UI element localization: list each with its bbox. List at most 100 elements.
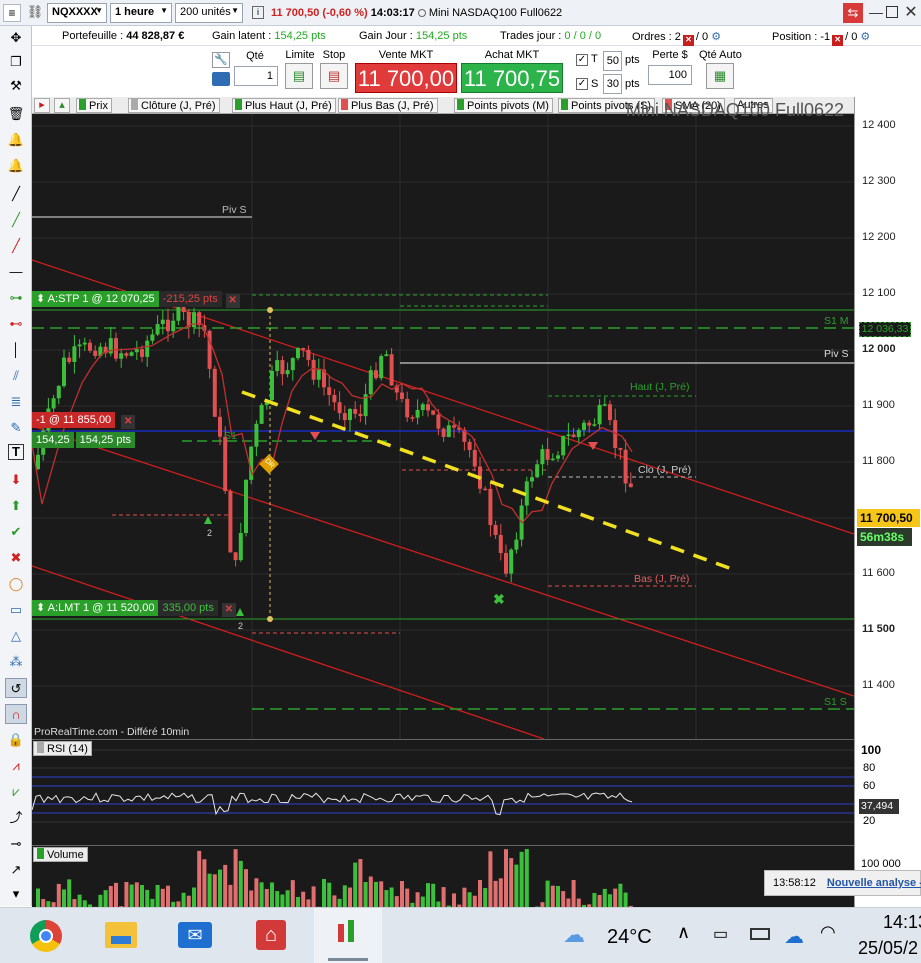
rsi-settings-icon[interactable] <box>37 742 44 753</box>
volume-bar <box>488 851 493 908</box>
bell-add-icon[interactable]: 🔔 <box>5 156 27 176</box>
notification-link[interactable]: Nouvelle analyse - <box>827 877 921 889</box>
move-icon[interactable]: ✥ <box>5 28 27 48</box>
copy-icon[interactable]: ❐ <box>5 52 27 72</box>
volume-panel[interactable]: Volume <box>32 845 854 908</box>
gear-icon[interactable]: ⚙ <box>857 31 870 43</box>
t-input[interactable]: 50 <box>603 51 622 71</box>
app-menu-button[interactable]: ≡ <box>3 4 21 22</box>
cancel-limit-order-icon[interactable]: ✕ <box>221 603 236 617</box>
cross-icon[interactable]: ✖ <box>5 548 27 568</box>
bell-icon[interactable]: 🔔 <box>5 130 27 150</box>
path-icon[interactable]: ⤴ <box>5 808 27 828</box>
more-tools-icon[interactable]: ▾ <box>5 884 27 904</box>
link-icon[interactable]: ⛓ <box>26 4 44 22</box>
timeframe-select[interactable]: 1 heure ▼ <box>110 3 172 23</box>
magnet-icon[interactable]: ∩ <box>5 704 27 724</box>
t-checkbox[interactable]: ✓ <box>576 54 588 66</box>
legend-item-prix[interactable]: Prix <box>76 98 112 113</box>
legend-item-plus-bas-j-pr[interactable]: Plus Bas (J, Pré) <box>338 98 438 113</box>
legend-item-cl-ture-j-pr[interactable]: Clôture (J, Pré) <box>128 98 220 113</box>
rsi-panel[interactable]: RSI (14) <box>32 739 854 845</box>
support-line-icon[interactable]: ⊶ <box>5 288 27 308</box>
cursor-icon[interactable]: ↺ <box>5 678 27 698</box>
triangle-icon[interactable]: △ <box>5 626 27 646</box>
close-position-tag-icon[interactable]: ✕ <box>121 415 136 429</box>
chart-watermark: Mini NASDAQ100 Full0622 <box>625 100 844 120</box>
prorealtime-taskbar-button[interactable] <box>314 908 382 963</box>
symbol-select[interactable]: NQXXXX ▼ <box>47 3 107 23</box>
wrench-icon[interactable]: 🔧 <box>212 52 230 68</box>
chevron-up-icon[interactable]: ∧ <box>677 922 690 943</box>
fibonacci-icon[interactable]: ≣ <box>5 392 27 412</box>
maximize-button[interactable] <box>886 6 898 18</box>
minimize-button[interactable]: — <box>868 4 884 20</box>
rectangle-icon[interactable]: ▭ <box>5 600 27 620</box>
resistance-line-icon[interactable]: ⊷ <box>5 314 27 334</box>
zigzag-icon[interactable]: ⩘ <box>5 756 27 776</box>
lock-icon[interactable]: 🔒 <box>5 730 27 750</box>
segment-icon[interactable]: ⊸ <box>5 834 27 854</box>
cancel-orders-icon[interactable]: ✕ <box>682 35 694 46</box>
limit-order-button[interactable]: ▤ <box>285 63 313 89</box>
trash-icon[interactable]: 🗑 <box>5 104 27 124</box>
arrow-down-icon[interactable]: ⬇ <box>5 470 27 490</box>
price-chart-svg[interactable]: ✖ <box>32 114 854 739</box>
clock-time[interactable]: 14:13 <box>883 912 921 933</box>
sell-market-button[interactable]: 11 700,00 <box>355 63 457 93</box>
legend-item-points-pivots-m[interactable]: Points pivots (M) <box>454 98 553 113</box>
volume-bar <box>550 885 555 908</box>
info-icon[interactable]: i <box>252 6 264 19</box>
vertical-line-icon[interactable]: │ <box>5 340 27 360</box>
s-input[interactable]: 30 <box>603 74 622 94</box>
trend-up-icon[interactable]: ╱ <box>5 210 27 230</box>
drag-handle-icon[interactable]: ⬍ <box>36 293 48 305</box>
stop-order-tag[interactable]: ⬍ A:STP 1 @ 12 070,25 -215,25 pts ✕ <box>32 290 240 308</box>
wave-icon[interactable]: ⩗ <box>5 782 27 802</box>
tools-icon[interactable]: ⚒ <box>5 76 27 96</box>
s-checkbox[interactable]: ✓ <box>576 78 588 90</box>
loss-input[interactable]: 100 <box>648 65 692 85</box>
text-tool-icon[interactable]: T <box>8 444 24 460</box>
horizontal-line-icon[interactable]: — <box>5 262 27 282</box>
keyboard-icon[interactable] <box>212 72 230 86</box>
ray-icon[interactable]: ↗ <box>5 860 27 880</box>
file-explorer-icon[interactable] <box>105 922 137 948</box>
clock-date[interactable]: 25/05/2 <box>858 938 918 959</box>
price-chart[interactable]: ✖ Mini NASDAQ100 Full0622 ProRealTime.co… <box>32 100 854 739</box>
ellipse-icon[interactable]: ◯ <box>5 574 27 594</box>
volume-settings-icon[interactable] <box>37 848 44 859</box>
units-select[interactable]: 200 unités ▼ <box>175 3 243 23</box>
legend-collapse-button[interactable]: ▸ <box>34 98 50 113</box>
gift-icon[interactable]: ⌂ <box>256 920 286 950</box>
pattern-icon[interactable]: ⁂ <box>5 652 27 672</box>
trend-down-icon[interactable]: ╱ <box>5 236 27 256</box>
position-tag[interactable]: -1 @ 11 855,00 ✕ <box>32 412 136 429</box>
checkmark-icon[interactable]: ✔ <box>5 522 27 542</box>
legend-up-button[interactable]: ▴ <box>54 98 70 113</box>
pencil-icon[interactable]: ✎ <box>5 418 27 438</box>
auto-qty-button[interactable]: ▦ <box>706 63 734 89</box>
gear-icon[interactable]: ⚙ <box>708 31 721 43</box>
stop-order-button[interactable]: ▤ <box>320 63 348 89</box>
chrome-icon[interactable] <box>30 920 62 952</box>
line-tool-icon[interactable]: ╱ <box>5 184 27 204</box>
close-position-icon[interactable]: ✕ <box>832 35 844 46</box>
limit-order-tag[interactable]: ⬍ A:LMT 1 @ 11 520,00 335,00 pts ✕ <box>32 600 236 617</box>
weather-temp[interactable]: 24°C <box>607 926 652 949</box>
mail-icon[interactable]: ✉ <box>178 922 212 948</box>
buy-market-button[interactable]: 11 700,75 <box>461 63 563 93</box>
channel-icon[interactable]: ⫽ <box>5 366 27 386</box>
price-axis[interactable]: 12 400 12 300 12 200 12 100 12 000 11 900 11 8… <box>854 97 921 907</box>
arrow-up-icon[interactable]: ⬆ <box>5 496 27 516</box>
cancel-stop-order-icon[interactable]: ✕ <box>225 294 240 308</box>
candle-body <box>623 449 628 484</box>
legend-item-plus-haut-j-pr[interactable]: Plus Haut (J, Pré) <box>232 98 336 113</box>
onedrive-icon[interactable]: ☁ <box>784 924 804 949</box>
close-button[interactable]: ✕ <box>903 2 919 22</box>
refresh-icon[interactable]: ⇆ <box>843 3 863 23</box>
drag-handle-icon[interactable]: ⬍ <box>36 602 48 614</box>
qty-input[interactable]: 1 <box>234 66 278 86</box>
analysis-notification[interactable]: 13:58:12 Nouvelle analyse - <box>764 870 921 896</box>
meet-icon[interactable]: ▭ <box>713 924 728 944</box>
